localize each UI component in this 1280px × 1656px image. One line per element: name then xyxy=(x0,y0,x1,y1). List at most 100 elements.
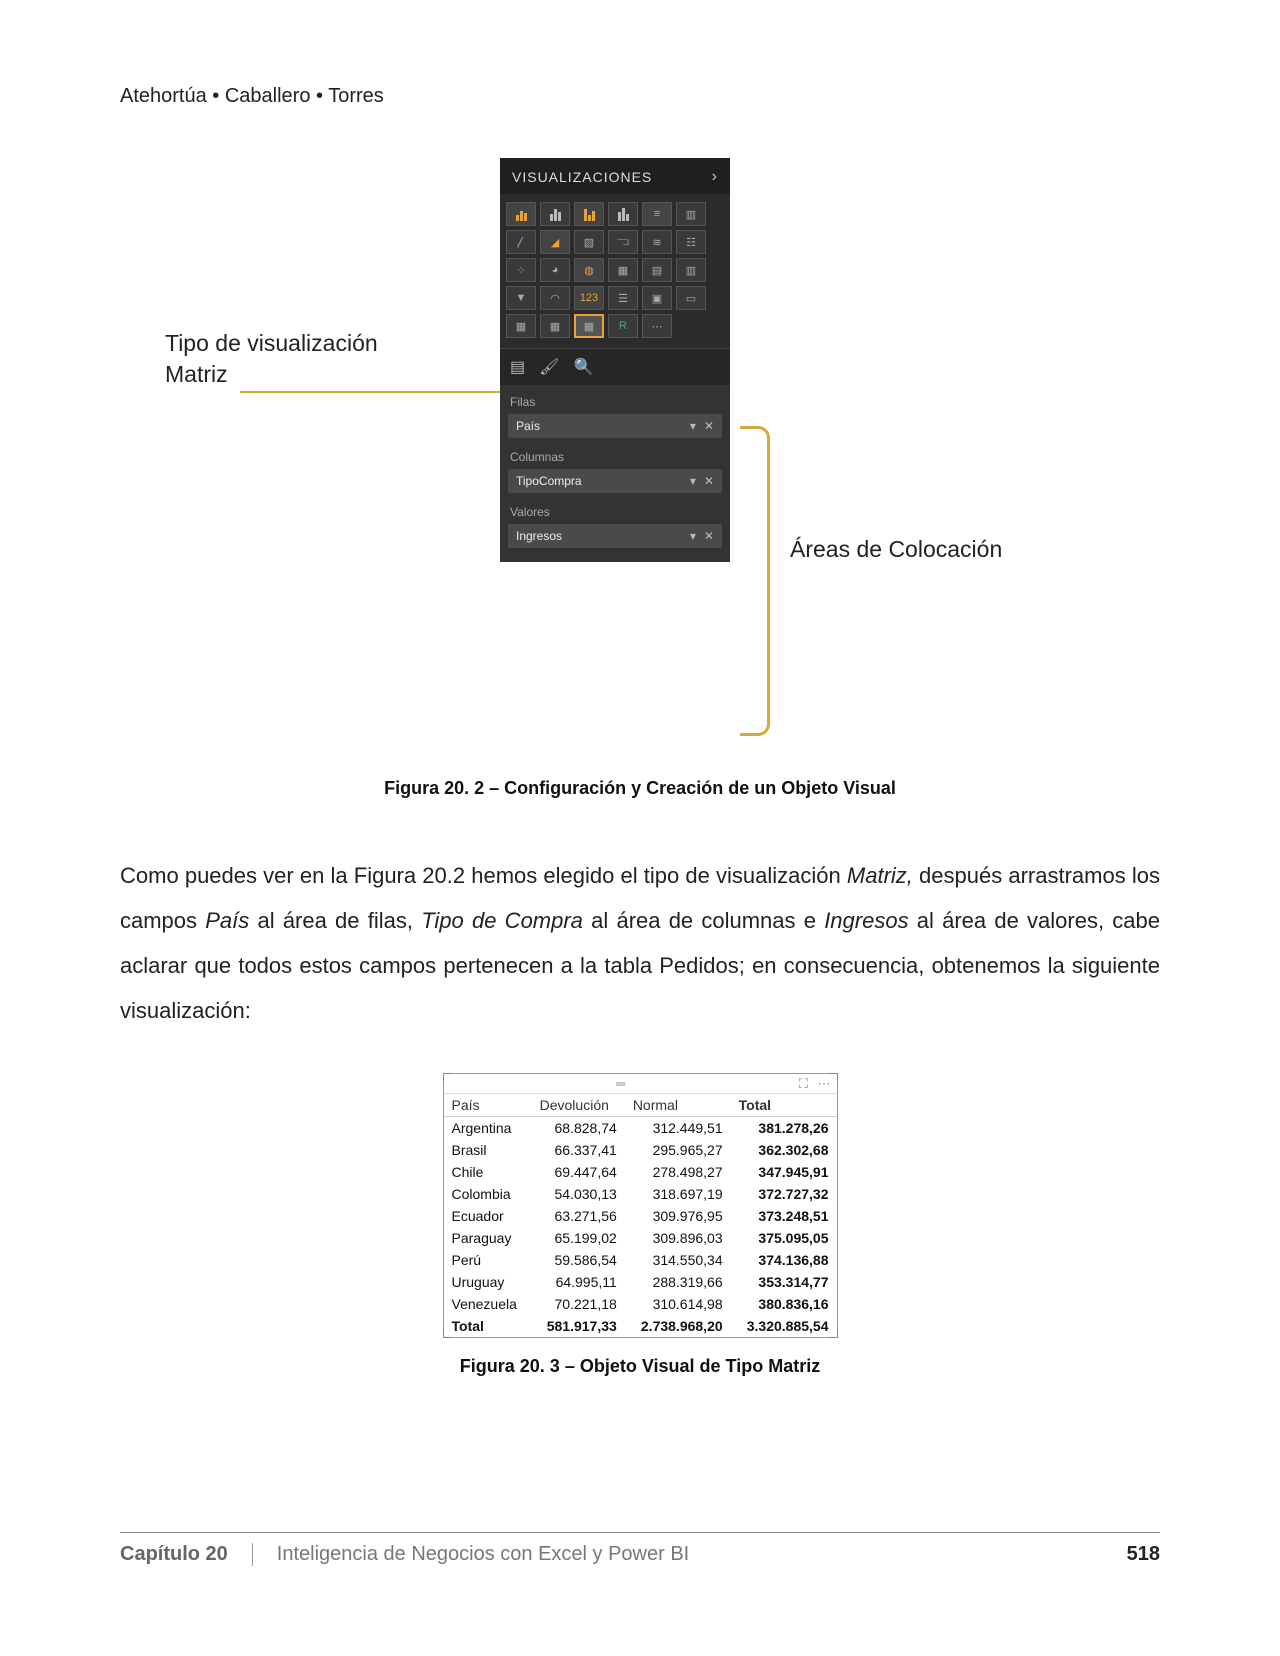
viz-treemap-icon[interactable]: ▦ xyxy=(608,258,638,282)
viz-waterfall-icon[interactable]: ☷ xyxy=(676,230,706,254)
visualizations-title: VISUALIZACIONES xyxy=(512,169,652,185)
table-row: Ecuador63.271,56309.976,95373.248,51 xyxy=(444,1205,837,1227)
viz-donut-icon[interactable]: ◍ xyxy=(574,258,604,282)
fields-tab-icon[interactable]: ▤ xyxy=(510,357,525,377)
viz-clustered-bar-icon[interactable] xyxy=(540,202,570,226)
valores-label: Valores xyxy=(500,499,730,522)
cell-nor: 312.449,51 xyxy=(625,1117,731,1140)
viz-card-icon[interactable]: 123 xyxy=(574,286,604,310)
cell-dev: 69.447,64 xyxy=(532,1161,625,1183)
viz-scatter-icon[interactable]: ⁘ xyxy=(506,258,536,282)
annotation-placement-areas: Áreas de Colocación xyxy=(790,536,1002,563)
valores-dropdown-icon[interactable]: ▾ xyxy=(690,529,696,543)
matrix-table: País Devolución Normal Total Argentina68… xyxy=(444,1094,837,1337)
cell-nor: 318.697,19 xyxy=(625,1183,731,1205)
focus-mode-icon[interactable]: ⛶ xyxy=(799,1076,808,1091)
viz-100-stacked-column-icon[interactable]: ▥ xyxy=(676,202,706,226)
viz-line-icon[interactable]: 〳 xyxy=(506,230,536,254)
para-i2: País xyxy=(205,908,249,933)
columnas-label: Columnas xyxy=(500,444,730,467)
table-row: Brasil66.337,41295.965,27362.302,68 xyxy=(444,1139,837,1161)
cell-total-nor: 2.738.968,20 xyxy=(625,1315,731,1337)
cell-pais: Colombia xyxy=(444,1183,532,1205)
filas-label: Filas xyxy=(500,389,730,412)
cell-nor: 310.614,98 xyxy=(625,1293,731,1315)
cell-dev: 64.995,11 xyxy=(532,1271,625,1293)
table-total-row: Total581.917,332.738.968,203.320.885,54 xyxy=(444,1315,837,1337)
cell-tot: 375.095,05 xyxy=(731,1227,837,1249)
table-row: Uruguay64.995,11288.319,66353.314,77 xyxy=(444,1271,837,1293)
analytics-tab-icon[interactable]: 🔍 xyxy=(573,357,593,377)
figure-20-2: Tipo de visualización Matriz Áreas de Co… xyxy=(120,158,1160,758)
figure-20-3-caption: Figura 20. 3 – Objeto Visual de Tipo Mat… xyxy=(120,1356,1160,1377)
grip-icon[interactable]: ═ xyxy=(616,1076,626,1091)
field-wells: Filas País ▾✕ Columnas TipoCompra ▾✕ Val… xyxy=(500,385,730,562)
columnas-remove-icon[interactable]: ✕ xyxy=(704,474,714,488)
valores-remove-icon[interactable]: ✕ xyxy=(704,529,714,543)
viz-funnel-icon[interactable]: ▼ xyxy=(506,286,536,310)
cell-pais: Paraguay xyxy=(444,1227,532,1249)
viz-area-icon[interactable]: ◢ xyxy=(540,230,570,254)
annotation-brace xyxy=(740,426,770,736)
viz-slicer-icon[interactable]: ▭ xyxy=(676,286,706,310)
viz-ribbon-icon[interactable]: ≋ xyxy=(642,230,672,254)
cell-tot: 380.836,16 xyxy=(731,1293,837,1315)
matrix-visual[interactable]: ═ ⛶ ⋯ País Devolución Normal Total Argen… xyxy=(443,1073,838,1338)
cell-nor: 314.550,34 xyxy=(625,1249,731,1271)
viz-clustered-column-icon[interactable] xyxy=(608,202,638,226)
viz-line-column-icon[interactable]: ⫎ xyxy=(608,230,638,254)
cell-dev: 66.337,41 xyxy=(532,1139,625,1161)
cell-tot: 373.248,51 xyxy=(731,1205,837,1227)
cell-dev: 68.828,74 xyxy=(532,1117,625,1140)
footer-page-number: 518 xyxy=(1127,1543,1160,1566)
cell-tot: 353.314,77 xyxy=(731,1271,837,1293)
viz-kpi-icon[interactable]: ▣ xyxy=(642,286,672,310)
expand-chevron-icon[interactable]: › xyxy=(712,168,718,186)
cell-dev: 70.221,18 xyxy=(532,1293,625,1315)
viz-100-stacked-bar-icon[interactable]: ≡ xyxy=(642,202,672,226)
table-row: Colombia54.030,13318.697,19372.727,32 xyxy=(444,1183,837,1205)
footer-title: Inteligencia de Negocios con Excel y Pow… xyxy=(277,1543,1127,1566)
viz-stacked-column-icon[interactable] xyxy=(574,202,604,226)
cell-pais: Chile xyxy=(444,1161,532,1183)
format-tab-icon[interactable]: 🖌 xyxy=(539,357,559,377)
filas-dropdown-icon[interactable]: ▾ xyxy=(690,419,696,433)
viz-table2-icon[interactable]: ▦ xyxy=(540,314,570,338)
filas-field[interactable]: País ▾✕ xyxy=(508,414,722,438)
viz-stacked-bar-icon[interactable] xyxy=(506,202,536,226)
visualizations-panel: VISUALIZACIONES › ≡ ▥ 〳 ◢ ▨ ⫎ ≋ xyxy=(500,158,730,562)
selection-corner-icon xyxy=(443,1073,453,1083)
cell-dev: 59.586,54 xyxy=(532,1249,625,1271)
cell-pais: Venezuela xyxy=(444,1293,532,1315)
viz-more-icon[interactable]: ⋯ xyxy=(642,314,672,338)
footer-chapter: Capítulo 20 xyxy=(120,1543,253,1566)
filas-remove-icon[interactable]: ✕ xyxy=(704,419,714,433)
header-authors: Atehortúa • Caballero • Torres xyxy=(120,85,1160,108)
viz-matrix-icon[interactable]: ▦ xyxy=(574,314,604,338)
para-t4: al área de columnas e xyxy=(583,908,824,933)
viz-pie-icon[interactable]: ◕ xyxy=(540,258,570,282)
viz-type-grid: ≡ ▥ 〳 ◢ ▨ ⫎ ≋ ☷ ⁘ ◕ ◍ ▦ ▤ ▥ xyxy=(500,194,730,348)
viz-multirow-card-icon[interactable]: ☰ xyxy=(608,286,638,310)
cell-pais: Uruguay xyxy=(444,1271,532,1293)
annotation-pointer-line xyxy=(240,391,510,393)
body-paragraph: Como puedes ver en la Figura 20.2 hemos … xyxy=(120,853,1160,1033)
columnas-dropdown-icon[interactable]: ▾ xyxy=(690,474,696,488)
para-i3: Tipo de Compra xyxy=(421,908,583,933)
viz-r-icon[interactable]: R xyxy=(608,314,638,338)
valores-field-value: Ingresos xyxy=(516,529,562,543)
viz-table-icon[interactable]: ▦ xyxy=(506,314,536,338)
cell-nor: 295.965,27 xyxy=(625,1139,731,1161)
viz-gauge-icon[interactable]: ◠ xyxy=(540,286,570,310)
col-normal: Normal xyxy=(625,1094,731,1117)
viz-map-icon[interactable]: ▤ xyxy=(642,258,672,282)
viz-stacked-area-icon[interactable]: ▨ xyxy=(574,230,604,254)
table-row: Paraguay65.199,02309.896,03375.095,05 xyxy=(444,1227,837,1249)
cell-total-dev: 581.917,33 xyxy=(532,1315,625,1337)
table-header-row: País Devolución Normal Total xyxy=(444,1094,837,1117)
viz-filled-map-icon[interactable]: ▥ xyxy=(676,258,706,282)
matrix-visual-header: ═ ⛶ ⋯ xyxy=(444,1074,837,1094)
columnas-field[interactable]: TipoCompra ▾✕ xyxy=(508,469,722,493)
valores-field[interactable]: Ingresos ▾ ✕ xyxy=(508,524,722,548)
cell-tot: 347.945,91 xyxy=(731,1161,837,1183)
